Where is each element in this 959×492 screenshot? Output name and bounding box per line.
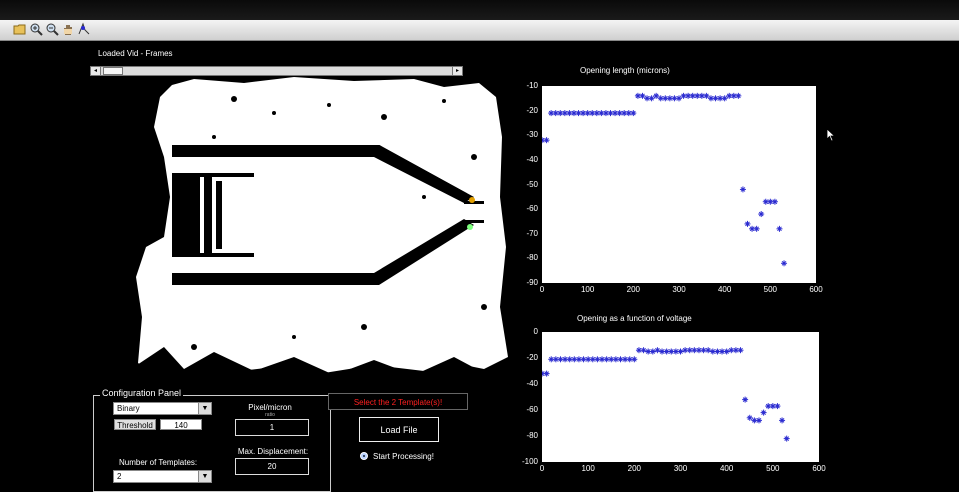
window-title-bar	[0, 0, 959, 20]
zoom-out-icon[interactable]	[45, 22, 59, 36]
video-frame[interactable]	[124, 77, 510, 375]
y-tick-label: -50	[526, 179, 538, 189]
mode-value: Binary	[117, 404, 140, 413]
data-point	[654, 347, 661, 354]
y-tick-label: -80	[526, 431, 538, 440]
pixel-micron-sublabel: ratio	[265, 412, 275, 418]
max-displacement-label: Max. Displacement:	[237, 447, 309, 456]
data-point	[755, 417, 762, 424]
x-tick-label: 400	[717, 285, 732, 294]
data-point	[760, 409, 767, 416]
x-tick-label: 400	[719, 464, 734, 473]
data-point	[723, 348, 730, 355]
y-tick-label: -40	[526, 154, 538, 164]
data-point	[746, 414, 753, 421]
data-point	[739, 186, 746, 193]
frame-slider[interactable]: ◂ ▸	[90, 66, 463, 76]
template-marker-bottom	[467, 224, 473, 230]
x-tick-label: 500	[763, 285, 777, 294]
data-point	[774, 403, 781, 410]
data-point	[631, 356, 638, 363]
data-point	[705, 347, 712, 354]
mode-dropdown[interactable]: Binary ▼	[113, 402, 212, 415]
data-point	[771, 198, 778, 205]
y-tick-label: -40	[526, 379, 538, 388]
x-tick-label: 500	[766, 464, 780, 473]
data-point	[677, 348, 684, 355]
x-tick-label: 200	[626, 285, 640, 294]
num-templates-value: 2	[117, 472, 122, 481]
slider-right-arrow[interactable]: ▸	[452, 67, 462, 75]
pixel-micron-label: Pixel/micron	[248, 403, 292, 412]
chevron-down-icon[interactable]: ▼	[198, 403, 211, 414]
x-tick-label: 300	[672, 285, 686, 294]
data-point	[649, 348, 656, 355]
data-point	[779, 417, 786, 424]
data-point	[781, 260, 788, 267]
data-point	[543, 137, 550, 144]
slider-left-arrow[interactable]: ◂	[91, 67, 101, 75]
data-point	[753, 225, 760, 232]
data-point	[776, 225, 783, 232]
data-point	[735, 92, 742, 99]
data-point	[758, 211, 765, 218]
x-tick-label: 600	[809, 285, 823, 294]
x-tick-label: 200	[627, 464, 641, 473]
plot2-title: Opening as a function of voltage	[577, 314, 692, 323]
data-point	[783, 435, 790, 442]
y-tick-label: -20	[526, 353, 538, 362]
y-tick-label: -10	[526, 81, 538, 90]
figure-toolbar	[0, 20, 959, 41]
slider-thumb[interactable]	[103, 67, 123, 75]
data-point	[543, 370, 550, 377]
data-point	[630, 110, 637, 117]
data-cursor-icon[interactable]	[77, 22, 91, 36]
select-templates-message: Select the 2 Template(s)!	[328, 393, 468, 410]
max-displacement-input[interactable]: 20	[235, 458, 309, 475]
plot1-axes[interactable]	[539, 86, 816, 283]
chevron-down-icon[interactable]: ▼	[198, 471, 211, 482]
y-tick-label: -30	[526, 130, 538, 140]
start-processing-radio[interactable]	[360, 452, 368, 460]
x-tick-label: 600	[812, 464, 826, 473]
plot1-title: Opening length (microns)	[580, 66, 670, 75]
template-marker-top	[469, 197, 475, 203]
pixel-micron-input[interactable]: 1	[235, 419, 309, 436]
data-point	[742, 396, 749, 403]
config-panel-title: Configuration Panel	[100, 388, 184, 398]
open-icon[interactable]	[13, 22, 27, 36]
plot2-canvas	[539, 347, 790, 442]
load-file-button[interactable]: Load File	[359, 417, 439, 442]
data-point	[744, 220, 751, 227]
data-point	[737, 347, 744, 354]
num-templates-label: Number of Templates:	[119, 458, 198, 467]
x-tick-label: 0	[539, 464, 545, 473]
plot1-canvas	[539, 92, 788, 267]
binary-frame-image	[124, 77, 510, 375]
mouse-cursor-icon	[826, 128, 836, 142]
y-tick-label: -60	[526, 405, 538, 414]
x-tick-label: 100	[580, 285, 595, 294]
y-tick-label: 0	[533, 327, 538, 336]
start-processing-label[interactable]: Start Processing!	[373, 452, 434, 461]
video-label: Loaded Vid - Frames	[98, 49, 173, 58]
x-tick-label: 0	[539, 285, 545, 294]
num-templates-dropdown[interactable]: 2 ▼	[113, 470, 212, 483]
zoom-in-icon[interactable]	[29, 22, 43, 36]
y-tick-label: -60	[526, 204, 538, 214]
x-tick-label: 100	[581, 464, 595, 473]
data-point	[640, 347, 647, 354]
y-tick-label: -80	[526, 253, 538, 263]
plot2-axes[interactable]	[539, 332, 819, 462]
threshold-label: Threshold	[114, 419, 156, 430]
pan-icon[interactable]	[61, 22, 75, 36]
y-tick-label: -70	[526, 228, 538, 238]
x-tick-label: 300	[673, 464, 688, 473]
y-tick-label: -20	[526, 105, 538, 115]
threshold-input[interactable]: 140	[160, 419, 202, 430]
